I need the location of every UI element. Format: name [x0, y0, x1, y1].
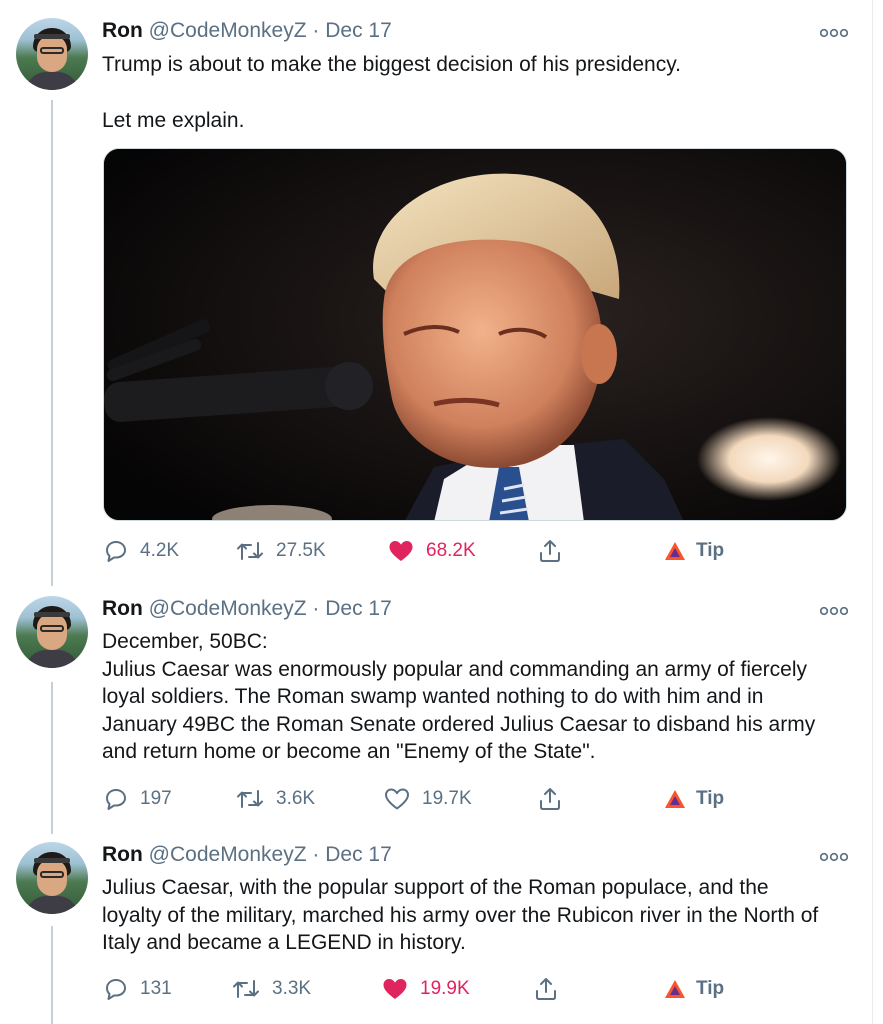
tweet-paragraph: Julius Caesar was enormously popular and…	[102, 657, 816, 764]
tip-button[interactable]: Tip	[664, 784, 724, 814]
heart-outline-icon	[385, 788, 409, 810]
like-button[interactable]: 19.7K	[384, 784, 472, 814]
reply-button[interactable]: 131	[104, 974, 172, 1004]
like-count: 19.9K	[420, 978, 470, 999]
share-button[interactable]	[534, 974, 558, 1004]
retweet-icon	[233, 980, 259, 998]
retweet-count: 27.5K	[276, 540, 326, 561]
more-options-icon[interactable]	[820, 28, 848, 38]
author-handle[interactable]: @CodeMonkeyZ	[149, 597, 307, 620]
tweet-paragraph: Let me explain.	[102, 108, 245, 132]
tweet-header: Ron @CodeMonkeyZ · Dec 17	[102, 596, 392, 622]
tweet-date[interactable]: Dec 17	[325, 19, 392, 42]
retweet-button[interactable]: 3.6K	[236, 784, 315, 814]
brave-tip-icon	[665, 980, 685, 998]
reply-count: 131	[140, 978, 172, 999]
reply-button[interactable]: 4.2K	[104, 536, 179, 566]
tweet-text: December, 50BC: Julius Caesar was enormo…	[102, 628, 842, 766]
share-button[interactable]	[538, 536, 562, 566]
retweet-icon	[237, 790, 263, 808]
separator-dot: ·	[312, 19, 320, 42]
tip-button[interactable]: Tip	[664, 974, 724, 1004]
retweet-button[interactable]: 27.5K	[236, 536, 326, 566]
reply-button[interactable]: 197	[104, 784, 172, 814]
tweet-text: Trump is about to make the biggest decis…	[102, 51, 681, 134]
thread-connector	[51, 682, 53, 834]
author-name[interactable]: Ron	[102, 843, 143, 866]
retweet-icon	[237, 542, 263, 560]
frame-edge	[872, 0, 873, 1024]
avatar[interactable]	[16, 18, 88, 90]
like-count: 19.7K	[422, 788, 472, 809]
brave-tip-icon	[665, 790, 685, 808]
retweet-count: 3.3K	[272, 978, 312, 999]
share-button[interactable]	[538, 784, 562, 814]
tweet-paragraph: Trump is about to make the biggest decis…	[102, 53, 681, 76]
author-name[interactable]: Ron	[102, 19, 143, 42]
separator-dot: ·	[312, 597, 320, 620]
author-handle[interactable]: @CodeMonkeyZ	[149, 843, 307, 866]
reply-count: 4.2K	[140, 540, 180, 561]
reply-icon	[106, 789, 126, 810]
like-button[interactable]: 19.9K	[382, 974, 470, 1004]
like-count: 68.2K	[426, 540, 476, 561]
author-handle[interactable]: @CodeMonkeyZ	[149, 19, 307, 42]
reply-icon	[106, 541, 126, 562]
heart-filled-icon	[383, 979, 407, 999]
avatar[interactable]	[16, 596, 88, 668]
reply-icon	[106, 979, 126, 1000]
reply-count: 197	[140, 788, 172, 809]
retweet-count: 3.6K	[276, 788, 316, 809]
tweet-actions: 131 3.3K 19.9K Tip	[104, 974, 744, 1004]
share-icon	[536, 978, 556, 1000]
tip-label: Tip	[696, 978, 725, 999]
share-icon	[540, 788, 560, 810]
author-name[interactable]: Ron	[102, 597, 143, 620]
tweet-actions: 197 3.6K 19.7K Tip	[104, 784, 744, 814]
tweet-actions: 4.2K 27.5K 68.2K Tip	[104, 536, 744, 566]
avatar[interactable]	[16, 842, 88, 914]
like-button[interactable]: 68.2K	[388, 536, 476, 566]
separator-dot: ·	[312, 843, 320, 866]
tweet-paragraph: December, 50BC:	[102, 630, 268, 653]
tweet-photo[interactable]	[103, 148, 847, 521]
tip-label: Tip	[696, 540, 725, 561]
more-options-icon[interactable]	[820, 852, 848, 862]
tip-label: Tip	[696, 788, 725, 809]
tweet-date[interactable]: Dec 17	[325, 843, 392, 866]
tweet-text: Julius Caesar, with the popular support …	[102, 874, 822, 957]
tweet-header: Ron @CodeMonkeyZ · Dec 17	[102, 18, 392, 44]
tweet-header: Ron @CodeMonkeyZ · Dec 17	[102, 842, 392, 868]
tip-button[interactable]: Tip	[664, 536, 724, 566]
brave-tip-icon	[665, 542, 685, 560]
share-icon	[540, 540, 560, 562]
heart-filled-icon	[389, 541, 413, 561]
more-options-icon[interactable]	[820, 606, 848, 616]
retweet-button[interactable]: 3.3K	[232, 974, 311, 1004]
thread-connector	[51, 100, 53, 586]
photo-image	[104, 149, 846, 520]
thread-connector	[51, 926, 53, 1024]
tweet-paragraph: Julius Caesar, with the popular support …	[102, 876, 819, 954]
tweet-date[interactable]: Dec 17	[325, 597, 392, 620]
